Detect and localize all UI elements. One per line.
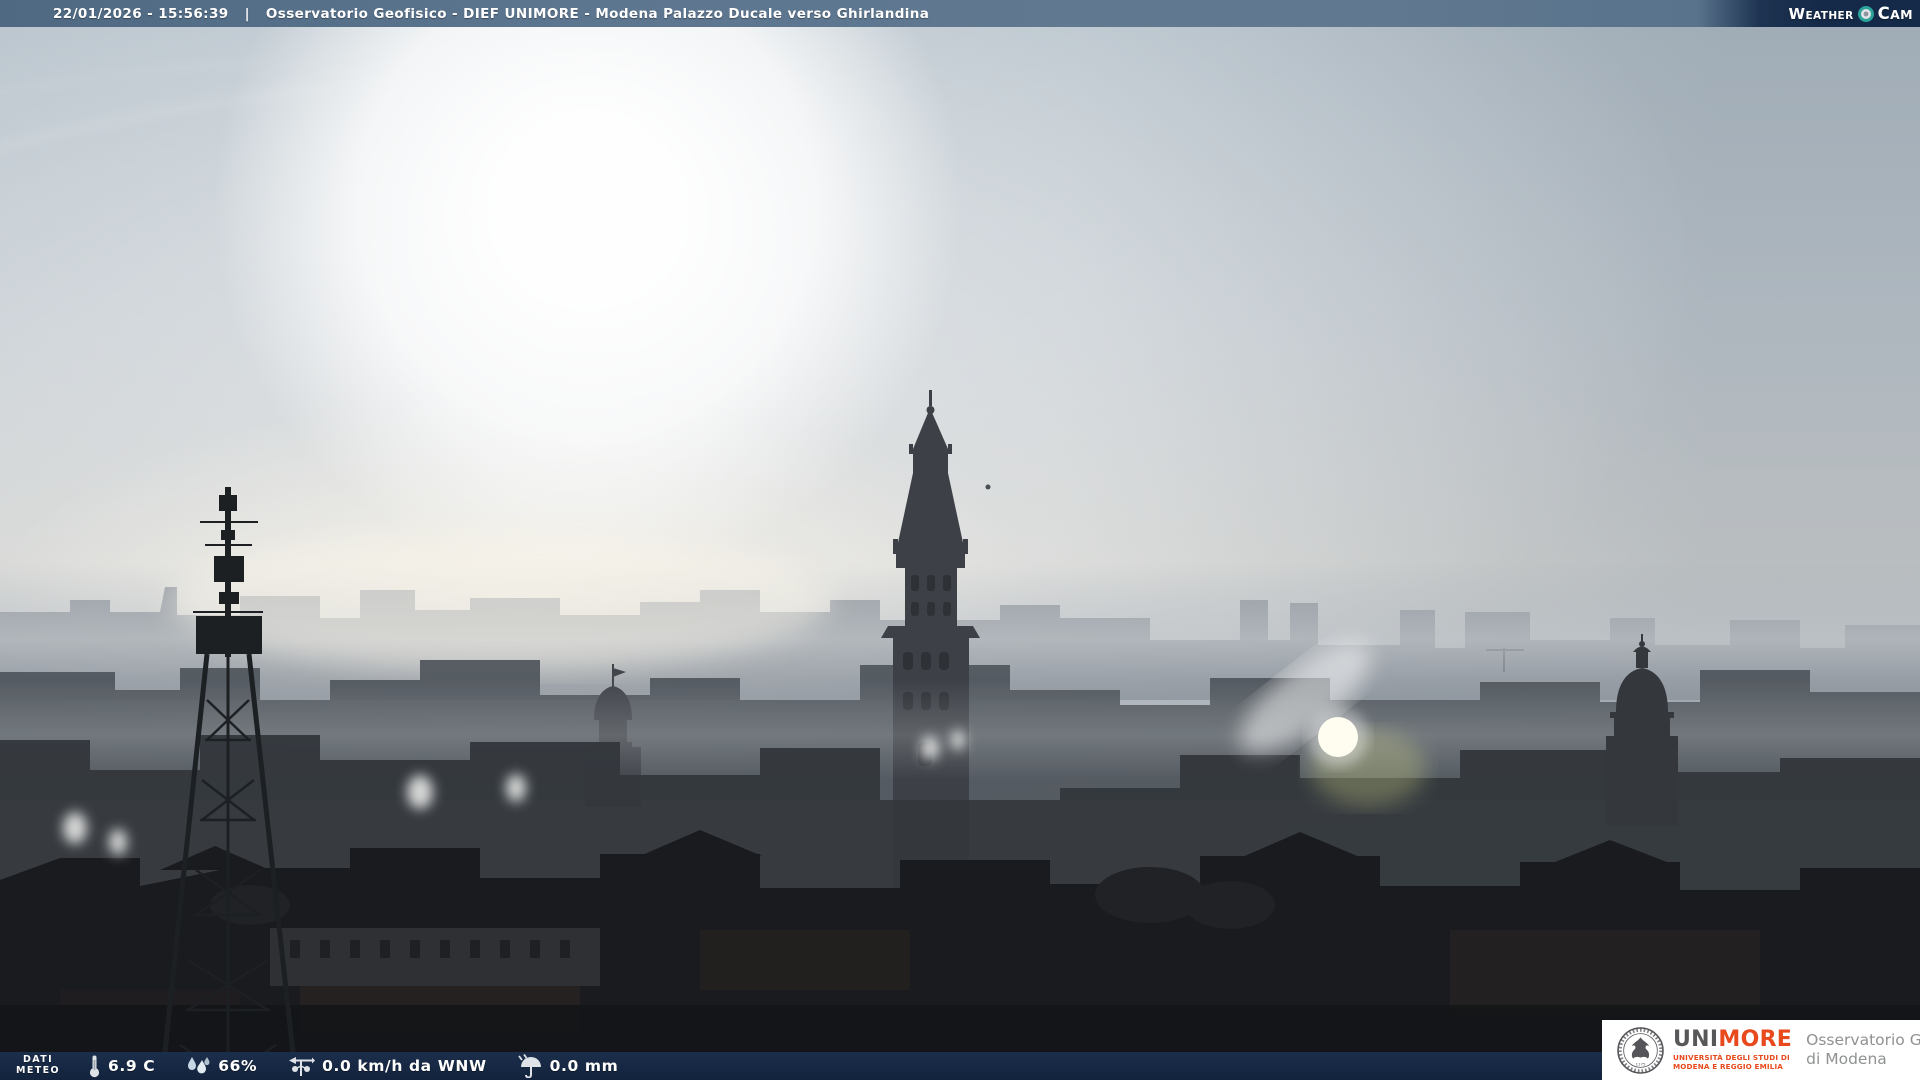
horizon-bright-glow (170, 530, 830, 670)
rain-umbrella-icon (517, 1054, 541, 1078)
header-bar: 22/01/2026 - 15:56:39 | Osservatorio Geo… (0, 0, 1920, 27)
precipitation-reading: 0.0 mm (517, 1054, 619, 1078)
acronym-uni: UNI (1673, 1026, 1719, 1052)
unimore-acronym: UNIMORE (1673, 1026, 1793, 1052)
thermometer-icon (89, 1055, 100, 1078)
webcam-page: 22/01/2026 - 15:56:39 | Osservatorio Geo… (0, 0, 1920, 1080)
timestamp: 22/01/2026 - 15:56:39 (53, 5, 229, 22)
unimore-wordmark: UNIMORE UNIVERSITÀ DEGLI STUDI DI MODENA… (1673, 1026, 1793, 1072)
unimore-seal-icon: 1175 (1617, 1026, 1664, 1074)
wind-value: 0.0 km/h da WNW (322, 1057, 487, 1075)
observatory-name: Osservatorio Geofisico di Modena (1806, 1031, 1920, 1068)
university-name: UNIVERSITÀ DEGLI STUDI DI MODENA E REGGI… (1673, 1053, 1792, 1072)
separator: | (244, 5, 250, 22)
precipitation-value: 0.0 mm (549, 1057, 619, 1075)
webcam-photo (0, 0, 1920, 1080)
wind-vane-icon (289, 1057, 316, 1076)
contrails (0, 60, 331, 150)
camera-lens-icon (1857, 5, 1874, 22)
brand-word-cam: Cam (1877, 4, 1913, 23)
humidity-drops-icon (188, 1057, 210, 1074)
temperature-value: 6.9 C (108, 1057, 156, 1075)
city-skyline-illustration (0, 60, 1920, 1080)
university-name-line2: MODENA E REGGIO EMILIA (1673, 1062, 1784, 1071)
weathercam-logo[interactable]: Weather Cam (1698, 0, 1920, 27)
camera-title: Osservatorio Geofisico - DIEF UNIMORE - … (265, 5, 930, 22)
wind-reading: 0.0 km/h da WNW (287, 1054, 487, 1078)
meteo-label-line2: METEO (16, 1065, 60, 1076)
observatory-line2: di Modena (1806, 1050, 1887, 1068)
unimore-credits-box[interactable]: 1175 UNIMORE UNIVERSITÀ DEGLI STUDI DI M… (1602, 1020, 1920, 1080)
acronym-more: MORE (1718, 1026, 1793, 1052)
seal-year: 1175 (1636, 1061, 1646, 1066)
humidity-reading: 66% (185, 1055, 257, 1077)
meteo-label: DATI METEO (16, 1054, 60, 1077)
facade-strip (270, 928, 600, 986)
university-name-line1: UNIVERSITÀ DEGLI STUDI DI (1673, 1052, 1790, 1062)
bird-speck (985, 484, 991, 490)
observatory-line1: Osservatorio Geofisico (1806, 1031, 1920, 1050)
humidity-value: 66% (218, 1057, 258, 1075)
brand-word-weather: Weather (1788, 4, 1854, 23)
temperature-reading: 6.9 C (88, 1054, 155, 1078)
